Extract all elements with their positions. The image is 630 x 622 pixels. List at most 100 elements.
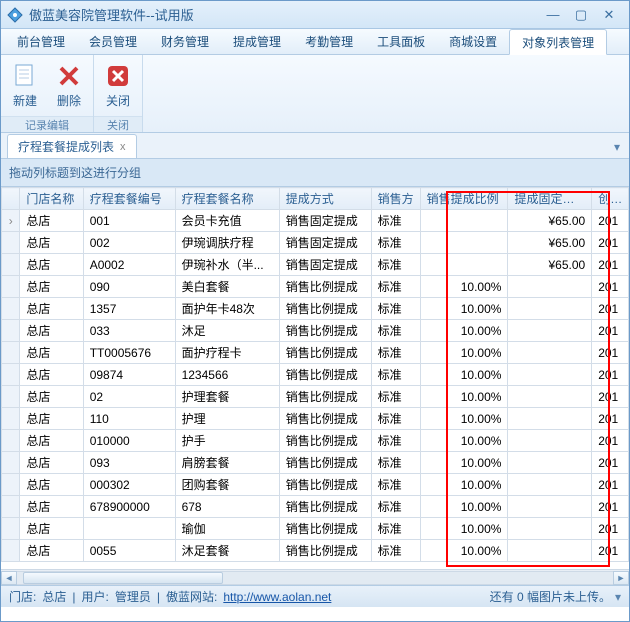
cell[interactable]: 090 [83, 276, 175, 298]
cell[interactable]: 会员卡充值 [175, 210, 279, 232]
cell[interactable]: 0055 [83, 540, 175, 562]
cell[interactable]: 销售比例提成 [279, 540, 371, 562]
cell[interactable]: 10.00% [420, 298, 508, 320]
cell[interactable]: 10.00% [420, 320, 508, 342]
menu-item[interactable]: 工具面板 [365, 29, 437, 54]
chevron-down-icon[interactable]: ▾ [615, 590, 621, 604]
table-row[interactable]: 总店A0002伊琬补水（半...销售固定提成标准¥65.00201 [2, 254, 629, 276]
cell[interactable]: 10.00% [420, 518, 508, 540]
cell[interactable]: 总店 [20, 540, 83, 562]
cell[interactable]: 沐足 [175, 320, 279, 342]
row-handle[interactable] [2, 342, 20, 364]
menu-item[interactable]: 前台管理 [5, 29, 77, 54]
cell[interactable] [508, 386, 592, 408]
cell[interactable] [508, 298, 592, 320]
table-row[interactable]: 总店000302团购套餐销售比例提成标准10.00%201 [2, 474, 629, 496]
cell[interactable]: 总店 [20, 232, 83, 254]
cell[interactable]: 010000 [83, 430, 175, 452]
cell[interactable] [508, 474, 592, 496]
table-row[interactable]: 总店093肩膀套餐销售比例提成标准10.00%201 [2, 452, 629, 474]
cell[interactable]: 销售比例提成 [279, 364, 371, 386]
cell[interactable]: 总店 [20, 518, 83, 540]
menu-item[interactable]: 财务管理 [149, 29, 221, 54]
menu-item[interactable]: 考勤管理 [293, 29, 365, 54]
cell[interactable]: 总店 [20, 276, 83, 298]
column-header[interactable]: 销售提成比例 [420, 188, 508, 210]
cell[interactable]: 总店 [20, 408, 83, 430]
column-header[interactable]: 提成固定金额 [508, 188, 592, 210]
cell[interactable]: 201 [592, 364, 629, 386]
cell[interactable]: 销售比例提成 [279, 320, 371, 342]
column-header[interactable]: 提成方式 [279, 188, 371, 210]
cell[interactable]: 201 [592, 518, 629, 540]
cell[interactable] [508, 342, 592, 364]
table-row[interactable]: 总店090美白套餐销售比例提成标准10.00%201 [2, 276, 629, 298]
row-handle[interactable] [2, 518, 20, 540]
row-handle[interactable] [2, 298, 20, 320]
cell[interactable]: 201 [592, 430, 629, 452]
cell[interactable]: 201 [592, 474, 629, 496]
cell[interactable]: 201 [592, 386, 629, 408]
cell[interactable] [508, 518, 592, 540]
column-header[interactable]: 创建 [592, 188, 629, 210]
table-row[interactable]: 总店110护理销售比例提成标准10.00%201 [2, 408, 629, 430]
minimize-button[interactable]: — [539, 6, 567, 24]
cell[interactable]: 678 [175, 496, 279, 518]
table-row[interactable]: 总店010000护手销售比例提成标准10.00%201 [2, 430, 629, 452]
cell[interactable]: 伊琬调肤疗程 [175, 232, 279, 254]
cell[interactable]: A0002 [83, 254, 175, 276]
cell[interactable]: 伊琬补水（半... [175, 254, 279, 276]
cell[interactable]: 标准 [371, 276, 420, 298]
cell[interactable]: 10.00% [420, 540, 508, 562]
table-row[interactable]: 总店033沐足销售比例提成标准10.00%201 [2, 320, 629, 342]
cell[interactable] [508, 430, 592, 452]
cell[interactable]: 销售比例提成 [279, 518, 371, 540]
menu-item[interactable]: 会员管理 [77, 29, 149, 54]
cell[interactable]: 标准 [371, 364, 420, 386]
group-by-panel[interactable]: 拖动列标题到这进行分组 [1, 159, 629, 187]
cell[interactable]: 201 [592, 298, 629, 320]
status-site-link[interactable]: http://www.aolan.net [223, 590, 331, 604]
cell[interactable]: 销售比例提成 [279, 386, 371, 408]
cell[interactable]: 1357 [83, 298, 175, 320]
cell[interactable]: 面护疗程卡 [175, 342, 279, 364]
row-handle[interactable] [2, 474, 20, 496]
menu-item[interactable]: 商城设置 [437, 29, 509, 54]
cell[interactable]: 10.00% [420, 496, 508, 518]
table-row[interactable]: 总店02护理套餐销售比例提成标准10.00%201 [2, 386, 629, 408]
menu-item[interactable]: 对象列表管理 [509, 29, 607, 55]
cell[interactable]: 销售比例提成 [279, 430, 371, 452]
table-row[interactable]: 总店1357面护年卡48次销售比例提成标准10.00%201 [2, 298, 629, 320]
tab-dropdown-button[interactable]: ▾ [609, 136, 625, 158]
scroll-right-button[interactable]: ► [613, 571, 629, 585]
cell[interactable] [508, 452, 592, 474]
row-handle[interactable] [2, 408, 20, 430]
table-row[interactable]: 总店TT0005676面护疗程卡销售比例提成标准10.00%201 [2, 342, 629, 364]
cell[interactable]: 总店 [20, 474, 83, 496]
column-header[interactable]: 门店名称 [20, 188, 83, 210]
cell[interactable]: 销售比例提成 [279, 474, 371, 496]
cell[interactable]: 201 [592, 320, 629, 342]
close-window-button[interactable]: ✕ [595, 6, 623, 24]
cell[interactable]: 标准 [371, 474, 420, 496]
cell[interactable] [508, 496, 592, 518]
cell[interactable]: 201 [592, 496, 629, 518]
cell[interactable]: 标准 [371, 496, 420, 518]
cell[interactable]: 销售比例提成 [279, 496, 371, 518]
tab-close-icon[interactable]: x [120, 141, 126, 153]
cell[interactable]: 标准 [371, 232, 420, 254]
cell[interactable]: 09874 [83, 364, 175, 386]
cell[interactable]: 标准 [371, 540, 420, 562]
cell[interactable]: 标准 [371, 386, 420, 408]
cell[interactable]: ¥65.00 [508, 232, 592, 254]
cell[interactable]: 总店 [20, 386, 83, 408]
cell[interactable]: 201 [592, 276, 629, 298]
row-handle[interactable]: › [2, 210, 20, 232]
cell[interactable]: 201 [592, 232, 629, 254]
scroll-track[interactable] [17, 571, 613, 585]
cell[interactable]: 肩膀套餐 [175, 452, 279, 474]
cell[interactable] [508, 320, 592, 342]
cell[interactable]: 护手 [175, 430, 279, 452]
cell[interactable]: 销售固定提成 [279, 232, 371, 254]
cell[interactable]: 201 [592, 408, 629, 430]
